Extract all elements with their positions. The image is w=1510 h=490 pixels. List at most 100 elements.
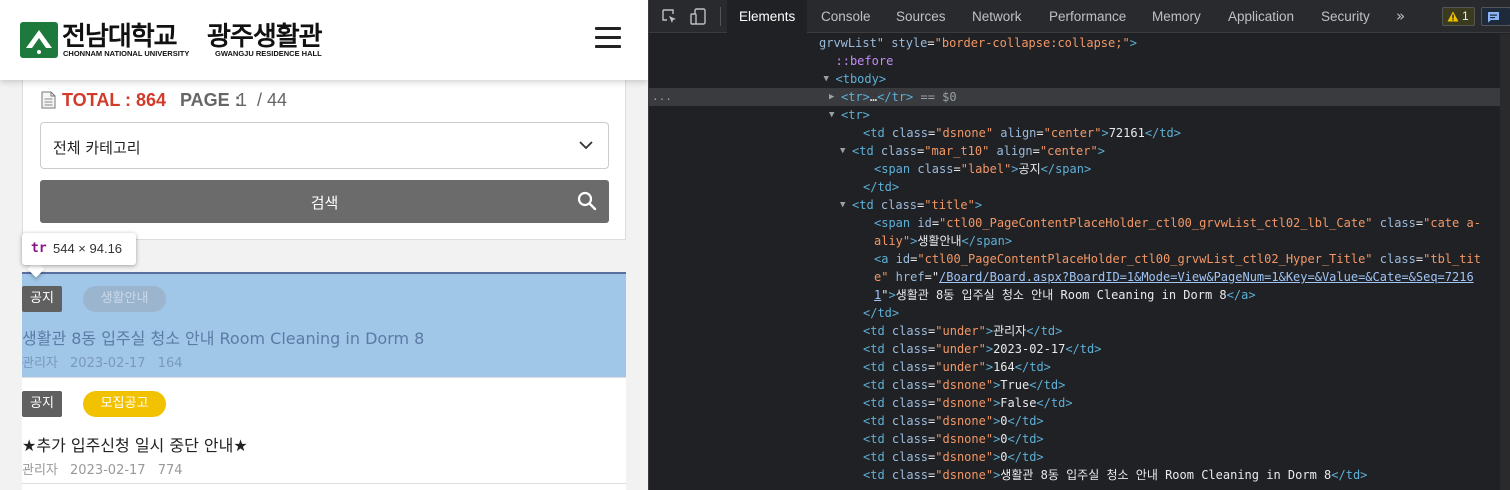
selected-dom-node[interactable]: ▶ <tr>…</tr> == $0 xyxy=(649,88,1510,106)
dom-node-line[interactable]: <td class="dsnone">생활관 8동 입주실 청소 안내 Room… xyxy=(649,466,1510,484)
markup-token: class xyxy=(891,342,929,356)
tab-memory[interactable]: Memory xyxy=(1140,0,1213,33)
dom-node-line[interactable]: <a id="ctl00_PageContentPlaceHolder_ctl0… xyxy=(649,250,1510,268)
university-emblem-icon[interactable] xyxy=(20,22,58,58)
dom-node-line[interactable]: </td> xyxy=(649,304,1510,322)
markup-token: "under" xyxy=(935,342,986,356)
dom-node-line[interactable]: <td class="dsnone">0</td> xyxy=(649,430,1510,448)
category-tag: 모집공고 xyxy=(83,391,166,417)
post-views: 774 xyxy=(157,463,183,478)
dom-node-line[interactable]: <td class="under">164</td> xyxy=(649,358,1510,376)
dom-node-line[interactable]: ▼ <td class="mar_t10" align="center"> xyxy=(649,142,1510,160)
dom-node-line[interactable]: ::before xyxy=(649,52,1510,70)
dom-node-markup: <td class="dsnone">생활관 8동 입주실 청소 안내 Room… xyxy=(863,466,1367,484)
dom-node-line[interactable]: e" href="/Board/Board.aspx?BoardID=1&Mod… xyxy=(649,268,1510,286)
dom-node-line[interactable]: <span id="ctl00_PageContentPlaceHolder_c… xyxy=(649,214,1510,232)
markup-token: class xyxy=(1372,216,1416,230)
markup-token: </tr> xyxy=(877,90,914,104)
total-count: TOTAL : 864 xyxy=(62,90,167,110)
dom-node-line[interactable]: <td class="dsnone">True</td> xyxy=(649,376,1510,394)
dom-node-markup: <td class="dsnone">0</td> xyxy=(863,448,1044,466)
tab-elements[interactable]: Elements xyxy=(727,0,808,33)
dom-node-markup: </td> xyxy=(863,178,899,196)
markup-token: 72161 xyxy=(1108,126,1145,140)
dom-node-markup: ::before xyxy=(836,52,894,70)
dom-node-markup: <span id="ctl00_PageContentPlaceHolder_c… xyxy=(874,214,1481,232)
tab-security[interactable]: Security xyxy=(1309,0,1382,33)
device-toolbar-icon[interactable] xyxy=(690,8,707,25)
tab-network[interactable]: Network xyxy=(960,0,1034,33)
markup-token[interactable]: /Board/Board.aspx?BoardID=1&Mode=View&Pa… xyxy=(939,270,1474,284)
markup-token: "ctl00_PageContentPlaceHolder_ctl00_grvw… xyxy=(939,216,1373,230)
markup-token: "label" xyxy=(960,162,1012,176)
post-title-link[interactable]: 생활관 8동 입주실 청소 안내 Room Cleaning in Dorm 8 xyxy=(22,325,424,349)
table-row[interactable]: 공지 모집공고 ★추가 입주신청 일시 중단 안내★ 관리자 2023-02-1… xyxy=(22,378,626,484)
post-title-link[interactable]: ★추가 입주신청 일시 중단 안내★ xyxy=(22,432,248,456)
tab-sources[interactable]: Sources xyxy=(884,0,958,33)
hamburger-menu-icon[interactable] xyxy=(595,27,621,49)
markup-token: align xyxy=(989,144,1033,158)
markup-token: 생활관 8동 입주실 청소 안내 Room Cleaning in Dorm 8 xyxy=(895,288,1227,302)
messages-badge[interactable] xyxy=(1481,7,1510,26)
markup-token: class xyxy=(1372,252,1416,266)
tab-application[interactable]: Application xyxy=(1216,0,1306,33)
markup-token: "dsnone" xyxy=(935,468,994,482)
collapse-arrow-icon[interactable]: ▼ xyxy=(840,196,845,214)
expand-arrow-icon[interactable]: ▶ xyxy=(829,88,834,106)
dom-node-line[interactable]: <td class="dsnone">False</td> xyxy=(649,394,1510,412)
dom-node-line[interactable]: grvwList" style="border-collapse:collaps… xyxy=(649,34,1510,52)
dom-node-line[interactable]: <td class="dsnone">0</td> xyxy=(649,412,1510,430)
elements-tree: grvwList" style="border-collapse:collaps… xyxy=(649,34,1510,490)
markup-token: </td> xyxy=(1029,378,1066,392)
tab-console[interactable]: Console xyxy=(809,0,883,33)
markup-token: e" xyxy=(874,270,889,284)
post-list: 공지 생활안내 생활관 8동 입주실 청소 안내 Room Cleaning i… xyxy=(22,272,626,490)
dom-node-line[interactable]: ▼ <td class="title"> xyxy=(649,196,1510,214)
dom-node-line[interactable]: <td class="dsnone" align="center">72161<… xyxy=(649,124,1510,142)
markup-token: </span> xyxy=(961,234,1013,248)
collapse-arrow-icon[interactable]: ▼ xyxy=(824,70,829,88)
tab-performance[interactable]: Performance xyxy=(1037,0,1138,33)
collapse-arrow-icon[interactable]: ▼ xyxy=(840,142,845,160)
markup-token: </td> xyxy=(1065,342,1102,356)
markup-token: class xyxy=(891,432,929,446)
markup-token: </td> xyxy=(1144,126,1181,140)
category-select[interactable]: 전체 카테고리 xyxy=(40,122,609,169)
markup-token: > xyxy=(1097,144,1105,158)
markup-token: = xyxy=(931,216,940,230)
dom-node-line[interactable]: <span class="label">공지</span> xyxy=(649,160,1510,178)
markup-token: <td xyxy=(863,378,892,392)
dom-node-line[interactable]: 1">생활관 8동 입주실 청소 안내 Room Cleaning in Dor… xyxy=(649,286,1510,304)
dom-node-line[interactable]: ▼ <tr> xyxy=(649,106,1510,124)
logo-hall-name[interactable]: 광주생활관 xyxy=(207,16,323,53)
markup-token: <tr> xyxy=(841,90,870,104)
markup-token: = xyxy=(1036,126,1044,140)
markup-token: </td> xyxy=(1014,360,1051,374)
markup-token: </td> xyxy=(863,180,900,194)
node-actions-ellipsis-icon[interactable]: ··· xyxy=(652,93,672,106)
markup-token: <td xyxy=(852,198,881,212)
markup-token: <td xyxy=(863,468,892,482)
dom-node-line[interactable]: <td class="dsnone">0</td> xyxy=(649,448,1510,466)
markup-token: </td> xyxy=(1026,324,1063,338)
search-button-label: 검색 xyxy=(310,194,339,212)
markup-token: <td xyxy=(863,396,892,410)
warnings-badge[interactable]: 1 xyxy=(1442,7,1475,26)
devtools-toolbar: Elements Console Sources Network Perform… xyxy=(649,0,1510,33)
collapse-arrow-icon[interactable]: ▼ xyxy=(829,106,834,124)
markup-token: <td xyxy=(863,324,892,338)
markup-token: 0 xyxy=(1000,414,1008,428)
markup-token: </a> xyxy=(1226,288,1256,302)
dom-node-line[interactable]: aliy">생활안내</span> xyxy=(649,232,1510,250)
logo-university-name[interactable]: 전남대학교 xyxy=(62,16,178,53)
dom-node-line[interactable]: <td class="under">2023-02-17</td> xyxy=(649,340,1510,358)
markup-token: <td xyxy=(863,432,892,446)
dom-node-line[interactable]: ▼ <tbody> xyxy=(649,70,1510,88)
inspect-element-icon[interactable] xyxy=(661,8,678,25)
table-row[interactable]: 공지 생활안내 생활관 8동 입주실 청소 안내 Room Cleaning i… xyxy=(22,274,626,378)
more-tabs-icon[interactable]: » xyxy=(1396,0,1405,33)
search-button[interactable]: 검색 xyxy=(40,180,609,223)
dom-node-line[interactable]: <td class="under">관리자</td> xyxy=(649,322,1510,340)
elements-scrollbar[interactable] xyxy=(1500,34,1510,490)
dom-node-line[interactable]: </td> xyxy=(649,178,1510,196)
